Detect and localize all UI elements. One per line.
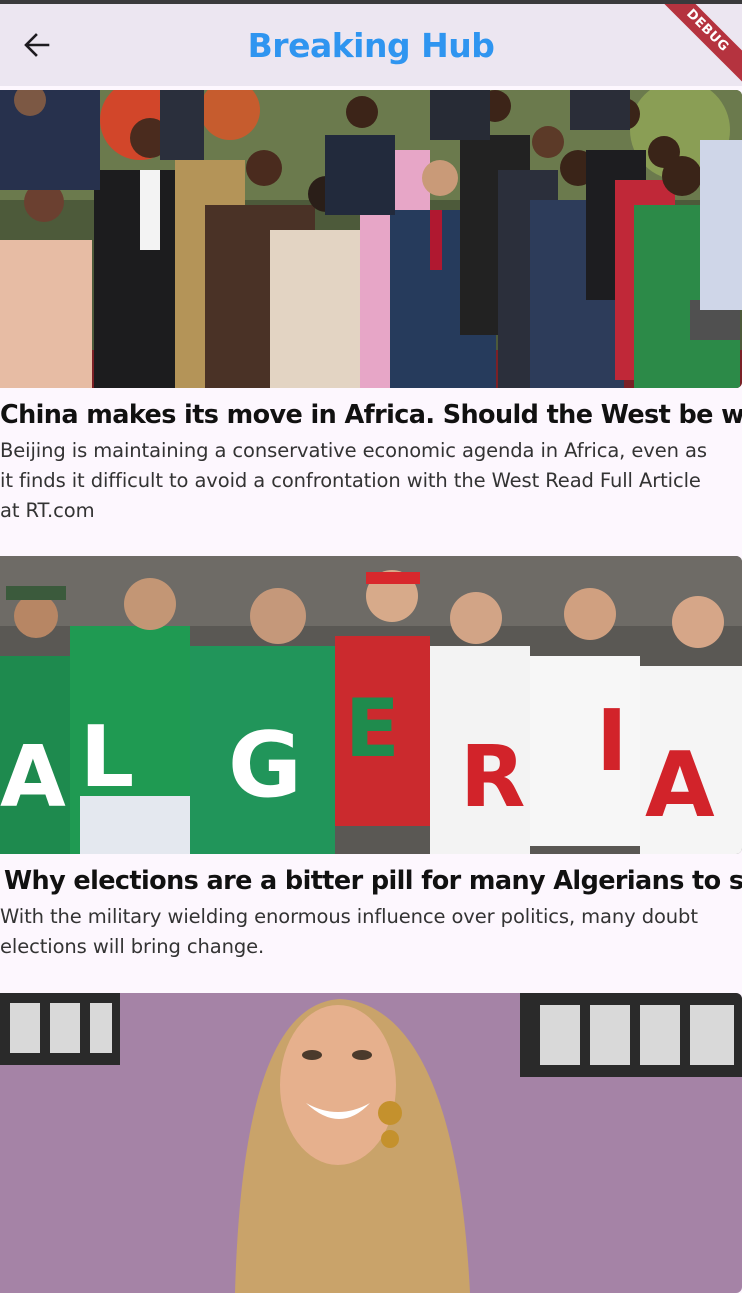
article-image[interactable]: [0, 993, 742, 1293]
app-title: Breaking Hub: [247, 26, 495, 65]
article-headline[interactable]: China makes its move in Africa. Should t…: [0, 400, 742, 430]
article-card[interactable]: A L G E R I A Why elections are a bitter…: [0, 556, 742, 993]
article-image[interactable]: A L G E R I A: [0, 556, 742, 854]
news-feed[interactable]: China makes its move in Africa. Should t…: [0, 90, 742, 1293]
shirt-letter: I: [596, 692, 628, 791]
debug-banner-label: DEBUG: [662, 4, 742, 84]
shirt-letter: L: [80, 708, 134, 807]
shirt-letter: E: [345, 682, 400, 775]
article-headline[interactable]: Why elections are a bitter pill for many…: [0, 866, 742, 896]
app-bar: Breaking Hub: [0, 4, 742, 86]
debug-banner: DEBUG: [662, 4, 742, 84]
shirt-letter: A: [645, 733, 715, 838]
shirt-letter: G: [228, 713, 302, 818]
shirt-letter: R: [460, 728, 525, 827]
article-card[interactable]: China makes its move in Africa. Should t…: [0, 90, 742, 556]
shirt-letter: A: [0, 728, 66, 827]
article-image[interactable]: [0, 90, 742, 388]
article-card[interactable]: [0, 993, 742, 1293]
article-description: With the military wielding enormous infl…: [0, 905, 698, 958]
article-description: Beijing is maintaining a conservative ec…: [0, 439, 707, 522]
